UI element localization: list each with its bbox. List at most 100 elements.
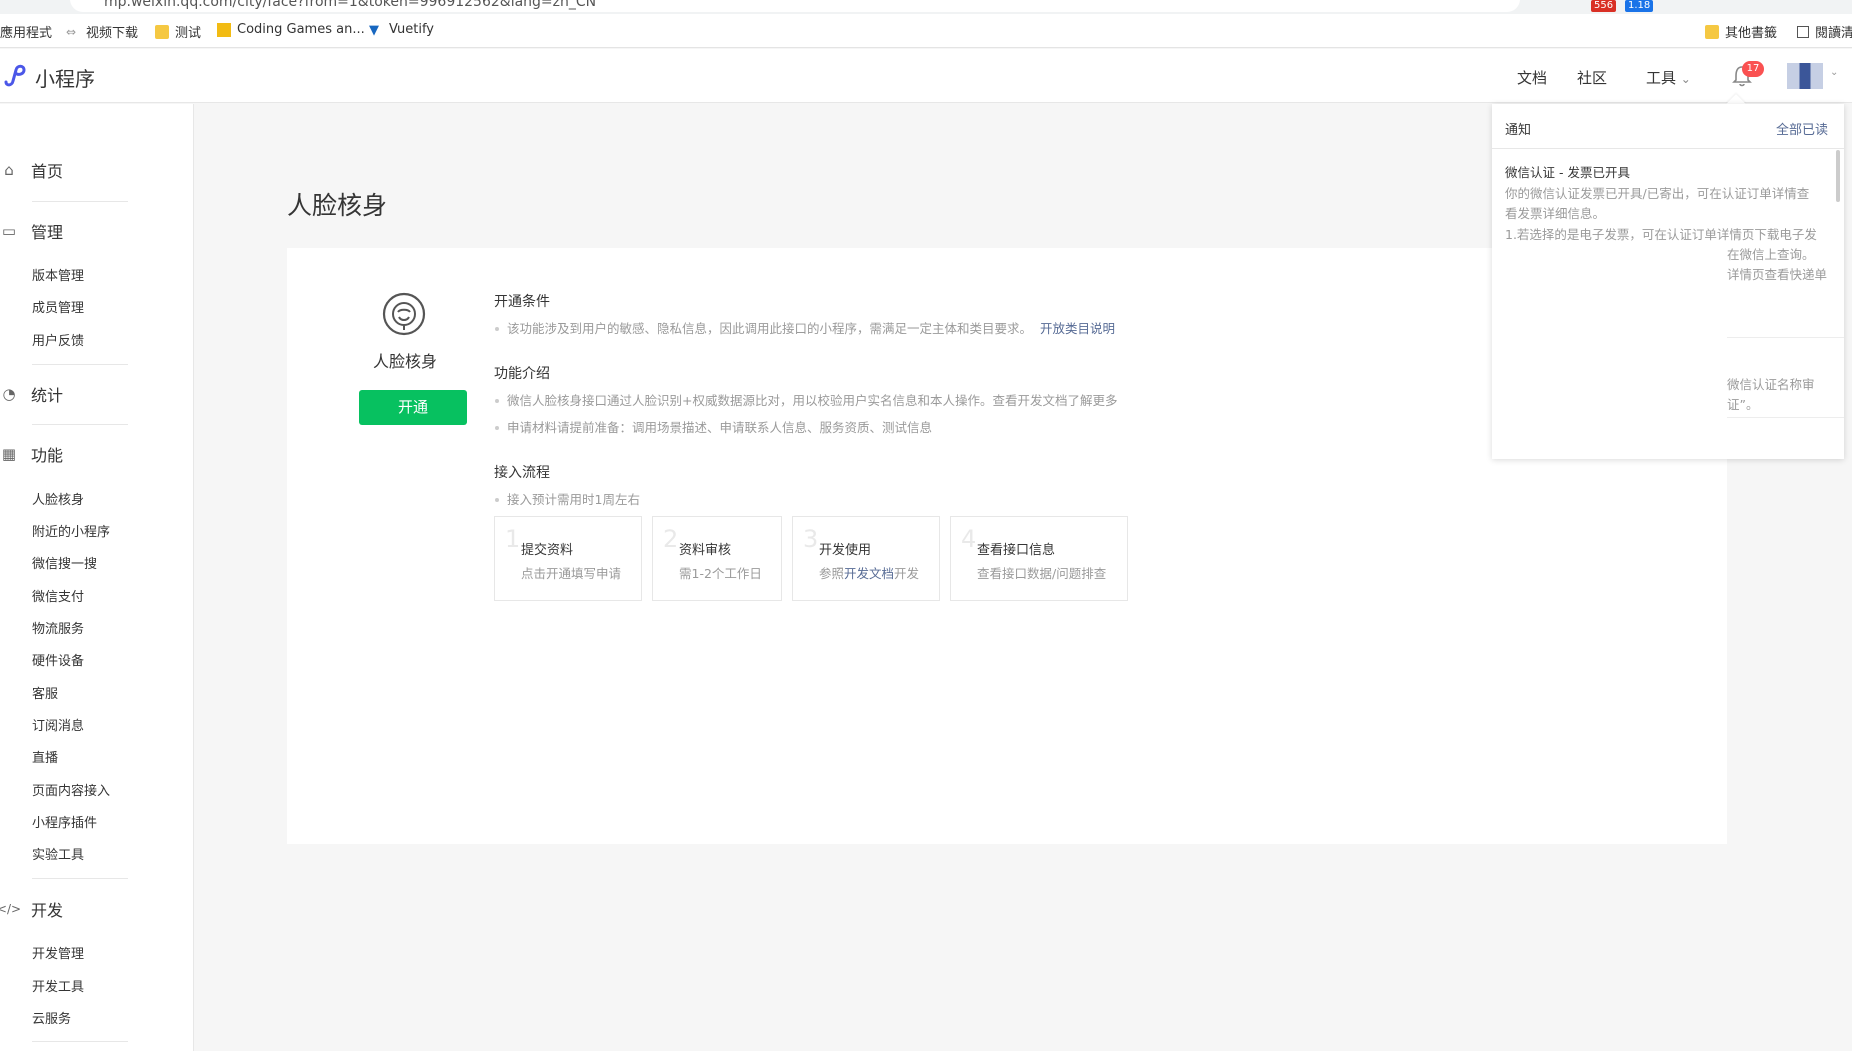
miniprogram-logo-icon[interactable]: [2, 62, 28, 88]
notification-line: 在微信上查询。: [1727, 247, 1815, 262]
sidebar-item-dev-manage[interactable]: 开发管理: [32, 943, 84, 962]
divider: [1727, 417, 1844, 418]
codingame-icon: [217, 22, 231, 37]
bookmark-video-download[interactable]: ⇔ 视频下载: [66, 22, 138, 42]
flow-body: 接入预计需用时1周左右: [507, 492, 640, 507]
face-verify-icon: [382, 292, 426, 336]
sidebar-item-stats[interactable]: ◔ 统计: [0, 382, 63, 406]
step-number: 2: [663, 525, 679, 553]
bookmark-label: 测试: [175, 26, 202, 41]
flow-step: 1 提交资料 点击开通填写申请: [494, 516, 642, 601]
flow-step: 2 资料审核 需1-2个工作日: [652, 516, 782, 601]
nav-docs[interactable]: 文档: [1517, 67, 1547, 88]
sidebar-section-features[interactable]: ▦ 功能: [0, 442, 63, 466]
notification-item-title[interactable]: 微信认证 - 发票已开具: [1505, 162, 1630, 181]
bullet-dot: [495, 399, 499, 403]
intro-text: 微信人脸核身接口通过人脸识别+权威数据源比对，用以校验用户实名信息和本人操作。查…: [495, 390, 1117, 409]
sidebar-section-label: 管理: [31, 223, 64, 242]
address-bar[interactable]: mp.weixin.qq.com/city/face?from=1&token=…: [70, 0, 1520, 12]
bookmark-label: 閱讀清單: [1815, 26, 1852, 41]
sidebar-item-home[interactable]: ⌂ 首页: [0, 158, 63, 182]
home-icon: ⌂: [4, 161, 14, 179]
intro-materials: 申请材料请提前准备：调用场景描述、申请联系人信息、服务资质、测试信息: [495, 417, 932, 436]
intro-body: 微信人脸核身接口通过人脸识别+权威数据源比对，用以校验用户实名信息和本人操作。查…: [507, 393, 1118, 408]
nav-tools[interactable]: 工具 ⌄: [1646, 67, 1691, 88]
bookmark-codingame[interactable]: Coding Games an...: [217, 22, 365, 37]
category-link[interactable]: 开放类目说明: [1040, 321, 1115, 336]
flow-text: 接入预计需用时1周左右: [495, 489, 640, 508]
extension-badge[interactable]: 1.18: [1625, 0, 1654, 12]
sidebar-item-subscribe[interactable]: 订阅消息: [32, 715, 84, 734]
step-title: 提交资料: [521, 543, 574, 558]
scrollbar[interactable]: [1836, 150, 1840, 202]
divider: [32, 201, 128, 202]
sidebar-item-dev-tools[interactable]: 开发工具: [32, 976, 84, 995]
bookmark-reading-list[interactable]: 閱讀清單: [1797, 22, 1852, 41]
bookmark-label: 應用程式: [0, 26, 53, 41]
sidebar-item-service[interactable]: 客服: [32, 683, 58, 702]
conditions-text: 该功能涉及到用户的敏感、隐私信息，因此调用此接口的小程序，需满足一定主体和类目要…: [495, 318, 1115, 337]
divider: [1727, 337, 1844, 338]
sidebar-item-content[interactable]: 页面内容接入: [32, 780, 110, 799]
extension-badge[interactable]: 556: [1591, 0, 1617, 12]
avatar[interactable]: [1787, 63, 1823, 89]
notification-title: 通知: [1505, 123, 1532, 138]
sidebar-section-label: 功能: [31, 446, 64, 465]
open-button[interactable]: 开通: [359, 390, 467, 425]
vuetify-icon: ▼: [369, 22, 379, 38]
notification-line: 微信认证名称审: [1727, 377, 1815, 392]
sidebar-item-label: 统计: [31, 386, 64, 405]
sidebar-item-cloud[interactable]: 云服务: [32, 1008, 71, 1027]
nav-tools-label: 工具: [1646, 69, 1677, 87]
divider: [32, 878, 128, 879]
sidebar-item-search[interactable]: 微信搜一搜: [32, 553, 97, 572]
sidebar-item-members[interactable]: 成员管理: [32, 297, 84, 316]
sidebar-item-pay[interactable]: 微信支付: [32, 586, 84, 605]
page-title: 人脸核身: [287, 191, 388, 220]
logo-text[interactable]: 小程序: [35, 63, 95, 92]
step-title: 查看接口信息: [977, 543, 1056, 558]
sidebar: ⌂ 首页 ▭ 管理 版本管理 成员管理 用户反馈 ◔ 统计 ▦ 功能 人脸核身 …: [0, 104, 194, 1051]
nav-community[interactable]: 社区: [1577, 67, 1607, 88]
sidebar-item-face-verify[interactable]: 人脸核身: [32, 489, 84, 508]
feature-name: 人脸核身: [372, 352, 437, 371]
step-desc: 查看接口数据/问题排查: [977, 566, 1107, 581]
step-number: 4: [961, 525, 977, 553]
bookmark-apps[interactable]: 應用程式: [0, 22, 52, 41]
sidebar-item-logistics[interactable]: 物流服务: [32, 618, 84, 637]
notification-line: 你的微信认证发票已开具/已寄出，可在认证订单详情查: [1505, 186, 1810, 201]
bookmark-test[interactable]: 测试: [155, 22, 201, 41]
chevron-down-icon[interactable]: ⌄: [1830, 67, 1838, 78]
top-navigation: 小程序 文档 社区 工具 ⌄ 17 ⌄: [0, 49, 1852, 103]
reading-list-icon: [1797, 25, 1809, 38]
notification-line: 详情页查看快递单: [1727, 267, 1828, 282]
chevron-down-icon: ⌄: [1680, 72, 1691, 86]
sidebar-item-nearby[interactable]: 附近的小程序: [32, 521, 110, 540]
bullet-dot: [495, 498, 499, 502]
sidebar-section-manage[interactable]: ▭ 管理: [0, 219, 63, 243]
bookmark-label: Vuetify: [389, 22, 434, 37]
divider: [32, 364, 128, 365]
bookmark-other[interactable]: 其他書籤: [1705, 22, 1777, 41]
sidebar-item-live[interactable]: 直播: [32, 747, 58, 766]
sidebar-item-feedback[interactable]: 用户反馈: [32, 330, 84, 349]
notification-badge: 17: [1742, 61, 1764, 77]
sidebar-item-version[interactable]: 版本管理: [32, 265, 84, 284]
sidebar-item-lab[interactable]: 实验工具: [32, 844, 84, 863]
step-desc: 点击开通填写申请: [521, 566, 622, 581]
dev-doc-link[interactable]: 开发文档: [844, 566, 894, 581]
mark-all-read-button[interactable]: 全部已读: [1776, 119, 1828, 138]
pie-chart-icon: ◔: [2, 385, 16, 403]
bullet-dot: [495, 426, 499, 430]
flow-title: 接入流程: [494, 465, 550, 481]
code-icon: </>: [0, 902, 22, 916]
sidebar-section-dev[interactable]: </> 开发: [0, 897, 63, 921]
step-desc: 参照开发文档开发: [819, 563, 919, 582]
sidebar-item-hardware[interactable]: 硬件设备: [32, 650, 84, 669]
sidebar-item-plugin[interactable]: 小程序插件: [32, 812, 97, 831]
bookmark-vuetify[interactable]: ▼ Vuetify: [369, 22, 434, 38]
conditions-body: 该功能涉及到用户的敏感、隐私信息，因此调用此接口的小程序，需满足一定主体和类目要…: [507, 321, 1033, 336]
flow-step: 4 查看接口信息 查看接口数据/问题排查: [950, 516, 1128, 601]
notification-header: 通知 全部已读: [1492, 104, 1844, 149]
step-number: 1: [505, 525, 521, 553]
